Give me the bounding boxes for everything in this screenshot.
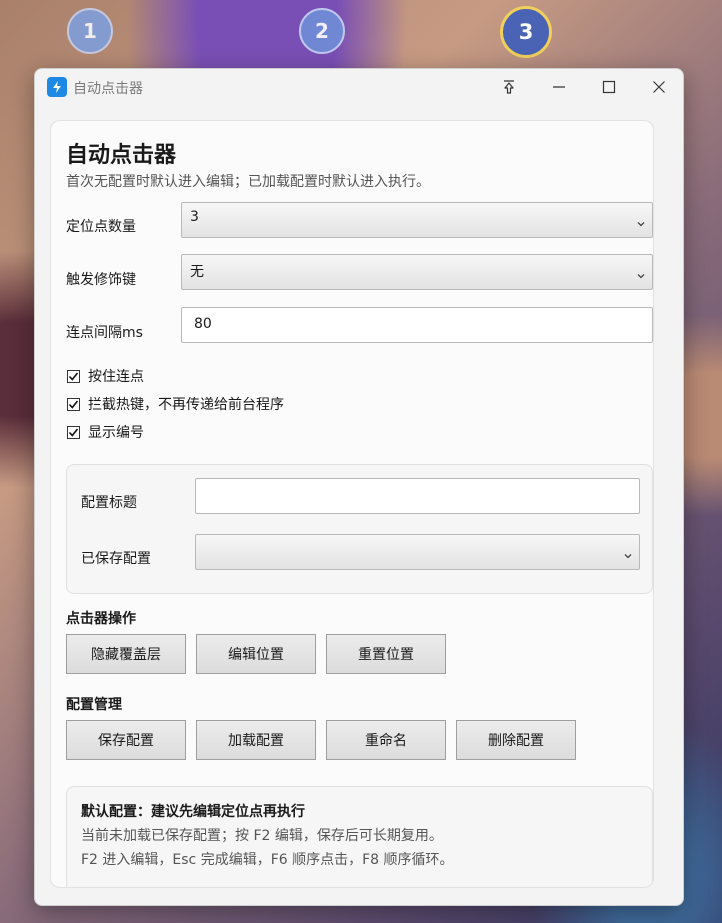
saved-config-select[interactable] bbox=[195, 534, 640, 570]
reset-positions-button[interactable]: 重置位置 bbox=[326, 634, 446, 674]
point-count-select[interactable]: 3 bbox=[181, 202, 653, 238]
config-group: 配置标题 已保存配置 bbox=[66, 464, 653, 594]
position-marker-3[interactable]: 3 bbox=[500, 6, 552, 58]
hold-to-click-label: 按住连点 bbox=[88, 369, 144, 385]
click-interval-input[interactable]: 80 bbox=[181, 307, 653, 343]
delete-config-button[interactable]: 删除配置 bbox=[456, 720, 576, 760]
info-line-1: 当前未加载已保存配置；按 F2 编辑，保存后可长期复用。 bbox=[81, 828, 443, 844]
modifier-key-label: 触发修饰键 bbox=[66, 272, 136, 288]
maximize-button[interactable] bbox=[586, 69, 632, 105]
show-numbers-label: 显示编号 bbox=[88, 425, 144, 441]
checkmark-icon bbox=[67, 425, 80, 439]
checkmark-icon bbox=[67, 397, 80, 411]
position-marker-2[interactable]: 2 bbox=[299, 8, 345, 54]
config-title-input[interactable] bbox=[195, 478, 640, 514]
maximize-icon bbox=[602, 80, 616, 94]
page-title: 自动点击器 bbox=[66, 143, 177, 168]
save-config-button[interactable]: 保存配置 bbox=[66, 720, 186, 760]
info-line-2: F2 进入编辑，Esc 完成编辑，F6 顺序点击，F8 顺序循环。 bbox=[81, 852, 454, 868]
intercept-hotkey-label: 拦截热键，不再传递给前台程序 bbox=[88, 397, 284, 413]
point-count-label: 定位点数量 bbox=[66, 219, 136, 235]
close-icon bbox=[653, 81, 665, 93]
rename-config-button[interactable]: 重命名 bbox=[326, 720, 446, 760]
default-config-info: 默认配置：建议先编辑定位点再执行 当前未加载已保存配置；按 F2 编辑，保存后可… bbox=[66, 786, 653, 887]
checkmark-icon bbox=[67, 369, 80, 383]
config-title-label: 配置标题 bbox=[81, 495, 137, 511]
minimize-icon bbox=[553, 86, 565, 88]
pin-button[interactable] bbox=[486, 69, 532, 105]
chevron-down-icon bbox=[636, 266, 646, 285]
lightning-icon bbox=[47, 77, 67, 97]
show-numbers-checkbox[interactable]: 显示编号 bbox=[67, 422, 144, 442]
hide-overlay-button[interactable]: 隐藏覆盖层 bbox=[66, 634, 186, 674]
close-button[interactable] bbox=[636, 69, 682, 105]
config-mgmt-title: 配置管理 bbox=[66, 697, 122, 713]
app-window: 自动点击器 自动点击器 首次无配置时默认进入编辑；已加载配置时默认进入执行。 定… bbox=[34, 68, 684, 906]
chevron-down-icon bbox=[623, 546, 633, 565]
position-marker-1[interactable]: 1 bbox=[67, 8, 113, 54]
minimize-button[interactable] bbox=[536, 69, 582, 105]
chevron-down-icon bbox=[636, 214, 646, 233]
modifier-key-value: 无 bbox=[190, 264, 204, 280]
saved-config-label: 已保存配置 bbox=[81, 551, 151, 567]
intercept-hotkey-checkbox[interactable]: 拦截热键，不再传递给前台程序 bbox=[67, 394, 284, 414]
clicker-ops-title: 点击器操作 bbox=[66, 611, 136, 627]
load-config-button[interactable]: 加载配置 bbox=[196, 720, 316, 760]
page-subtitle: 首次无配置时默认进入编辑；已加载配置时默认进入执行。 bbox=[66, 174, 430, 190]
click-interval-label: 连点间隔ms bbox=[66, 325, 143, 341]
info-title: 默认配置：建议先编辑定位点再执行 bbox=[81, 804, 305, 820]
title-bar[interactable]: 自动点击器 bbox=[35, 69, 683, 105]
point-count-value: 3 bbox=[190, 209, 199, 225]
pin-icon bbox=[504, 80, 514, 94]
edit-positions-button[interactable]: 编辑位置 bbox=[196, 634, 316, 674]
main-panel: 自动点击器 首次无配置时默认进入编辑；已加载配置时默认进入执行。 定位点数量 3… bbox=[50, 120, 654, 888]
hold-to-click-checkbox[interactable]: 按住连点 bbox=[67, 366, 144, 386]
window-title: 自动点击器 bbox=[73, 81, 143, 97]
modifier-key-select[interactable]: 无 bbox=[181, 254, 653, 290]
